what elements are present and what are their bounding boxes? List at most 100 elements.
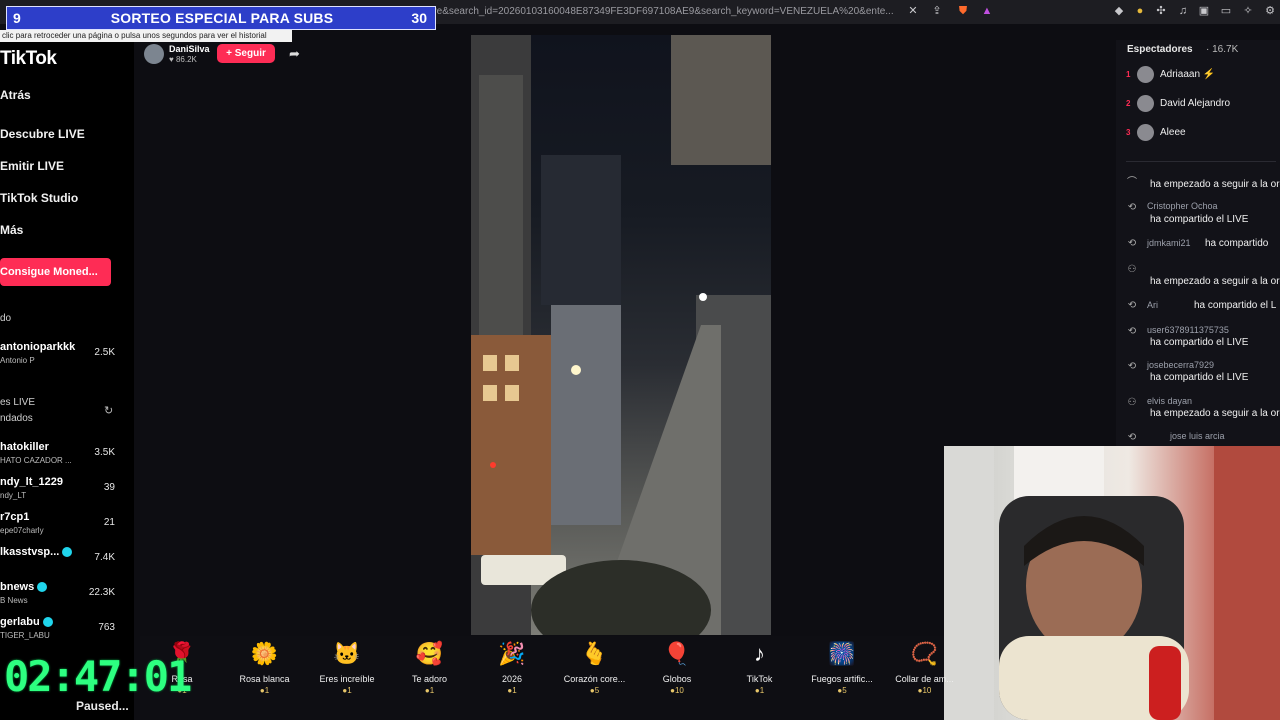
account-name[interactable]: antonioparkkk [0,341,75,353]
share-icon: ⟲ [1127,238,1137,249]
gift-item[interactable]: ♪ TikTok ●1 [718,640,802,695]
person-follow-icon: ⚇ [1127,397,1137,408]
gift-item[interactable]: 🎆 Fuegos artific... ●5 [800,640,884,695]
brave-rewards-icon[interactable]: ▲ [980,4,994,18]
gift-name: 2026 [501,674,523,684]
nav-more[interactable]: Más [0,223,23,237]
gift-cost: ●10 [635,686,719,695]
share-icon: ⟲ [1127,300,1137,311]
follow-icon: ⌒ [1127,177,1137,188]
recommended-section-label: es LIVE [0,397,36,408]
gift-name: Collar de am... [895,674,954,684]
feed-user[interactable]: jose luis arcia [1170,431,1225,441]
follow-button[interactable]: + Seguir [217,44,275,63]
gift-cost: ●5 [553,686,637,695]
night-street-scene [471,35,771,635]
streamer-webcam [944,446,1280,720]
gift-item[interactable]: 🐱 Eres increíble ●1 [305,640,389,695]
account-name[interactable]: bnews [0,581,48,593]
feed-message: ha compartido el LIVE [1150,214,1249,225]
cat-icon: 🐱 [333,641,361,666]
extension-icon[interactable]: ◆ [1112,4,1126,18]
viewers-title: Espectadores [1127,44,1193,55]
feed-message: ha empezado a seguir a la org [1150,276,1280,287]
nav-tiktok-studio[interactable]: TikTok Studio [0,191,78,205]
account-name[interactable]: gerlabu [0,616,53,628]
number-2026-icon: 🎉 [498,641,526,666]
nav-go-live[interactable]: Emitir LIVE [0,159,64,173]
host-avatar[interactable] [144,44,164,64]
feed-user[interactable]: Ari [1147,300,1158,310]
balloons-icon: 🎈 [663,641,691,666]
gift-item[interactable]: 🫰 Corazón core... ●5 [553,640,637,695]
feed-user[interactable]: jdmkami21 [1147,238,1191,248]
giveaway-title: SORTEO ESPECIAL PARA SUBS [110,10,334,26]
account-subtitle: B News [0,596,28,605]
gift-cost-value: 1 [347,686,352,695]
top-viewer-name[interactable]: David Alejandro [1160,98,1230,109]
panel-divider [1126,161,1276,162]
verified-badge-icon [37,582,48,593]
account-name[interactable]: r7cp1 [0,511,29,523]
share-page-icon[interactable]: ⇪ [930,4,944,18]
gift-item[interactable]: 🌼 Rosa blanca ●1 [223,640,307,695]
host-name[interactable]: DaniSilva [169,44,210,54]
wallet-icon[interactable]: ▭ [1219,4,1233,18]
feed-message: ha compartido [1205,238,1269,249]
top-viewer-avatar[interactable] [1137,124,1154,141]
refresh-icon[interactable]: ↻ [104,404,113,417]
share-arrow-icon[interactable]: ➦ [289,46,300,62]
leo-ai-icon[interactable]: ✧ [1241,4,1255,18]
gift-name: Eres increíble [319,674,375,684]
nav-discover-live[interactable]: Descubre LIVE [0,127,85,141]
stream-timer: 02:47:01 [4,652,192,701]
account-subtitle: HATO CAZADOR ... [0,456,72,465]
tiktok-icon: ♪ [754,641,765,666]
music-icon[interactable]: ♫ [1176,4,1190,18]
account-viewer-count: 7.4K [94,552,115,563]
account-name[interactable]: hatokiller [0,441,49,453]
gift-item[interactable]: 📿 Collar de am... ●10 [883,640,967,695]
puzzle-extensions-icon[interactable]: ✣ [1154,4,1168,18]
settings-gear-icon[interactable]: ⚙ [1263,4,1277,18]
feed-user[interactable]: josebecerra7929 [1147,360,1214,370]
feed-user[interactable]: Cristopher Ochoa [1147,201,1218,211]
white-rose-icon: 🌼 [250,641,279,666]
top-viewer-name[interactable]: Aleee [1160,127,1186,138]
account-subtitle: TIGER_LABU [0,631,50,640]
account-viewer-count: 3.5K [94,447,115,458]
share-icon: ⟲ [1127,361,1137,372]
brave-shield-icon[interactable]: ⛊ [956,4,970,18]
gift-cost-value: 1 [429,686,435,695]
feed-user[interactable]: user6378911375735 [1147,325,1229,335]
gift-cost: ●1 [718,686,802,695]
top-viewer-name[interactable]: Adriaaan ⚡ [1160,69,1215,80]
top-viewer-avatar[interactable] [1137,95,1154,112]
giveaway-number: 9 [13,10,21,26]
viewers-count: · 16.7K [1206,44,1239,55]
host-likes: ♥ 86.2K [169,55,197,64]
tiktok-logo[interactable]: TikTok [0,48,57,70]
account-viewer-count: 21 [103,517,115,528]
account-subtitle: ndy_LT [0,491,27,500]
gift-cost: ●1 [223,686,307,695]
gift-cost-value: 10 [674,686,684,695]
nav-back[interactable]: Atrás [0,88,31,102]
get-coins-button[interactable]: Consigue Moned... [0,258,111,286]
gift-item[interactable]: 🥰 Te adoro ●1 [388,640,472,695]
paused-label: Paused... [76,699,129,713]
top-viewer-rank: 1 [1126,70,1131,79]
sidebar-toggle-icon[interactable]: ▣ [1197,4,1211,18]
top-viewer-avatar[interactable] [1137,66,1154,83]
gift-item[interactable]: 🎈 Globos ●10 [635,640,719,695]
account-viewer-count: 22.3K [88,587,115,598]
gift-item[interactable]: 🎉 2026 ●1 [470,640,554,695]
share-icon: ⟲ [1127,326,1137,337]
feed-user[interactable]: elvis dayan [1147,396,1192,406]
mute-tab-icon[interactable]: ✕ [906,4,920,18]
gift-name: Te adoro [411,674,448,684]
live-video[interactable] [471,35,771,635]
extension-color-icon[interactable]: ● [1133,4,1147,18]
account-name[interactable]: ndy_lt_1229 [0,476,63,488]
account-name[interactable]: lkasstvsp... [0,546,73,558]
